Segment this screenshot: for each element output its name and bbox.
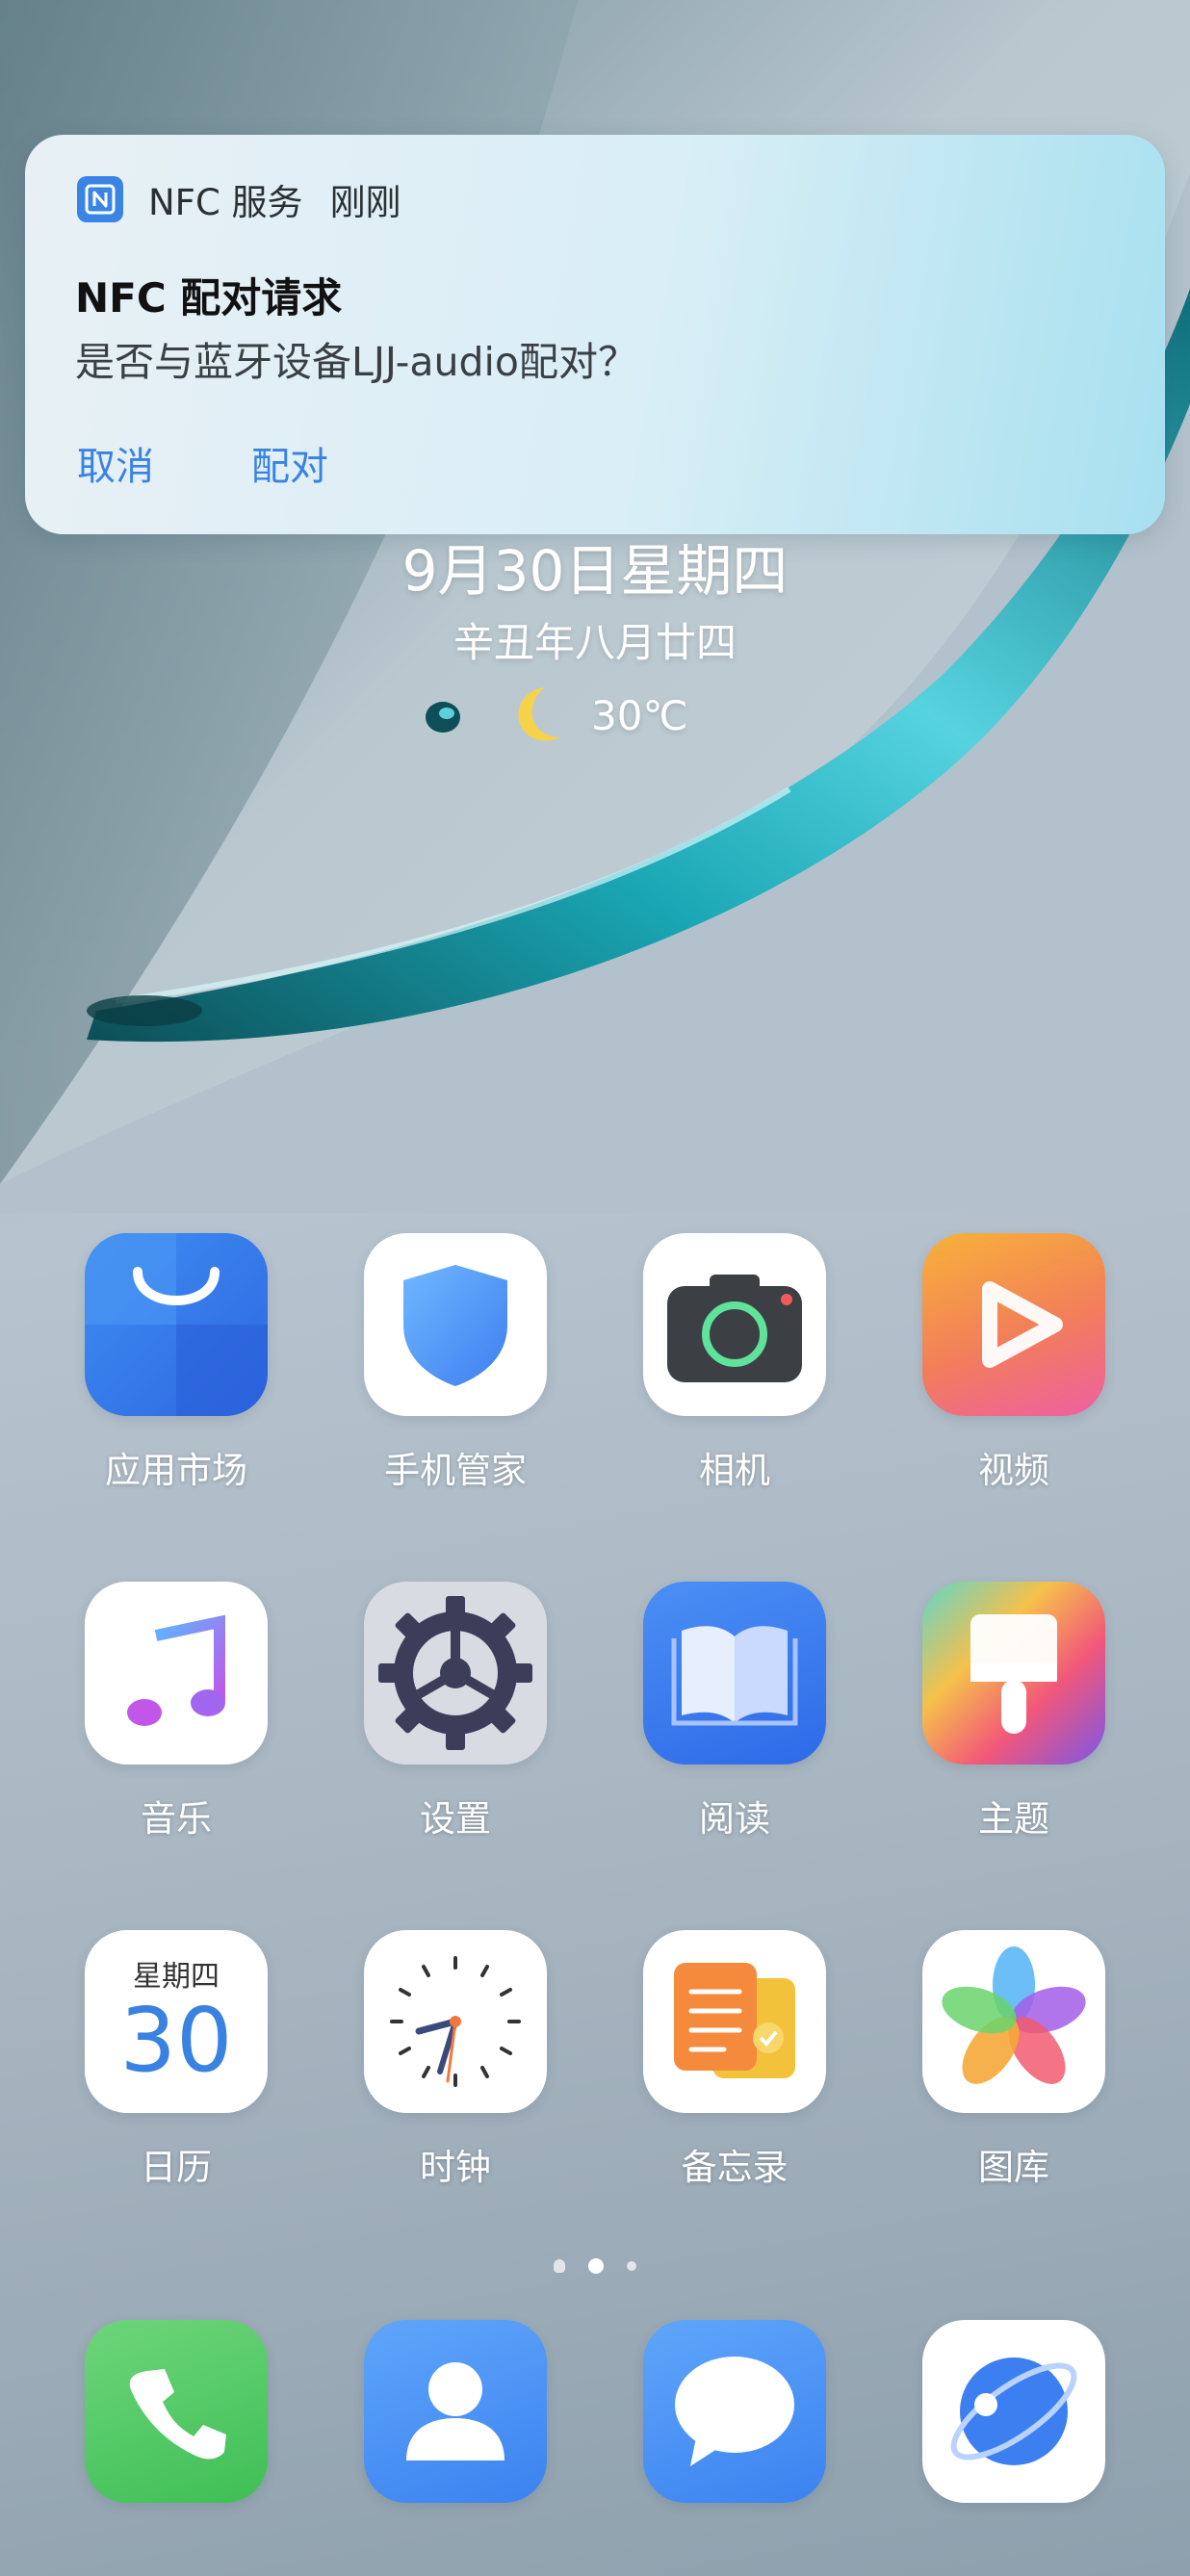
app-label: 日历: [141, 2147, 212, 2188]
app-label: 手机管家: [384, 1450, 527, 1491]
app-label: 应用市场: [105, 1450, 247, 1491]
app-label: 相机: [699, 1450, 770, 1491]
app-label: 阅读: [699, 1798, 770, 1840]
moon-icon: [518, 687, 560, 741]
notification-time: 刚刚: [329, 182, 401, 223]
phone-manager-app[interactable]: 手机管家: [349, 1233, 561, 1493]
contacts-icon: [364, 2320, 547, 2503]
calendar-day: 30: [119, 1989, 233, 2092]
temperature-text: 30℃: [591, 691, 688, 739]
book-icon: [643, 1582, 826, 1765]
settings-app[interactable]: 设置: [349, 1582, 561, 1842]
app-label: 视频: [978, 1450, 1049, 1491]
gallery-icon: [922, 1930, 1105, 2113]
calendar-icon: 星期四 30: [85, 1930, 268, 2113]
notification-body: 是否与蓝牙设备LJJ-audio配对？: [75, 339, 637, 385]
app-label: 时钟: [420, 2147, 491, 2188]
nfc-notification-card[interactable]: NFC 服务 刚刚 NFC 配对请求 是否与蓝牙设备LJJ-audio配对？: [25, 135, 1165, 534]
clock-app[interactable]: 时钟: [349, 1930, 561, 2190]
weather-widget[interactable]: 30℃: [414, 682, 688, 749]
clock-icon: [364, 1930, 547, 2113]
video-app[interactable]: 视频: [908, 1233, 1120, 1493]
date-text: 9月30日星期四: [401, 538, 789, 604]
app-label: 音乐: [141, 1798, 212, 1840]
page-dot[interactable]: [627, 2261, 636, 2271]
reading-app[interactable]: 阅读: [629, 1582, 841, 1842]
lunar-date-text: 辛丑年八月廿四: [453, 619, 737, 666]
pair-button[interactable]: 配对: [251, 435, 328, 491]
camera-app[interactable]: 相机: [629, 1233, 841, 1493]
droplet-icon: [426, 702, 460, 733]
notification-app-name: NFC 服务: [148, 182, 303, 223]
notes-icon: [643, 1930, 826, 2113]
page-indicator[interactable]: [0, 2258, 1190, 2274]
music-app[interactable]: 音乐: [70, 1582, 282, 1842]
notification-header: NFC 服务 刚刚: [77, 175, 401, 223]
phone-icon: [85, 2320, 268, 2503]
dock-messages[interactable]: [629, 2320, 841, 2503]
camera-icon: [643, 1233, 826, 1416]
app-label: 设置: [420, 1798, 491, 1840]
dock-browser[interactable]: [908, 2320, 1120, 2503]
themes-app[interactable]: 主题: [908, 1582, 1120, 1842]
app-store-icon: [85, 1233, 268, 1416]
notification-title: NFC 配对请求: [75, 274, 343, 322]
music-note-icon: [85, 1582, 268, 1765]
shield-icon: [364, 1233, 547, 1416]
app-label: 主题: [978, 1798, 1049, 1840]
app-store-app[interactable]: 应用市场: [70, 1233, 282, 1493]
video-play-icon: [922, 1233, 1105, 1416]
app-label: 备忘录: [681, 2147, 789, 2188]
page-dot-active[interactable]: [588, 2258, 604, 2274]
notes-app[interactable]: 备忘录: [629, 1930, 841, 2190]
paintbrush-icon: [922, 1582, 1105, 1765]
browser-icon: [922, 2320, 1105, 2503]
dock-contacts[interactable]: [349, 2320, 561, 2503]
page-dot[interactable]: [554, 2259, 565, 2273]
gear-icon: [364, 1582, 547, 1765]
dock-phone[interactable]: [70, 2320, 282, 2503]
cancel-button[interactable]: 取消: [77, 435, 154, 491]
gallery-app[interactable]: 图库: [908, 1930, 1120, 2190]
calendar-app[interactable]: 星期四 30 日历: [70, 1930, 282, 2190]
app-label: 图库: [978, 2147, 1049, 2188]
nfc-icon: [77, 176, 123, 222]
messages-icon: [643, 2320, 826, 2503]
